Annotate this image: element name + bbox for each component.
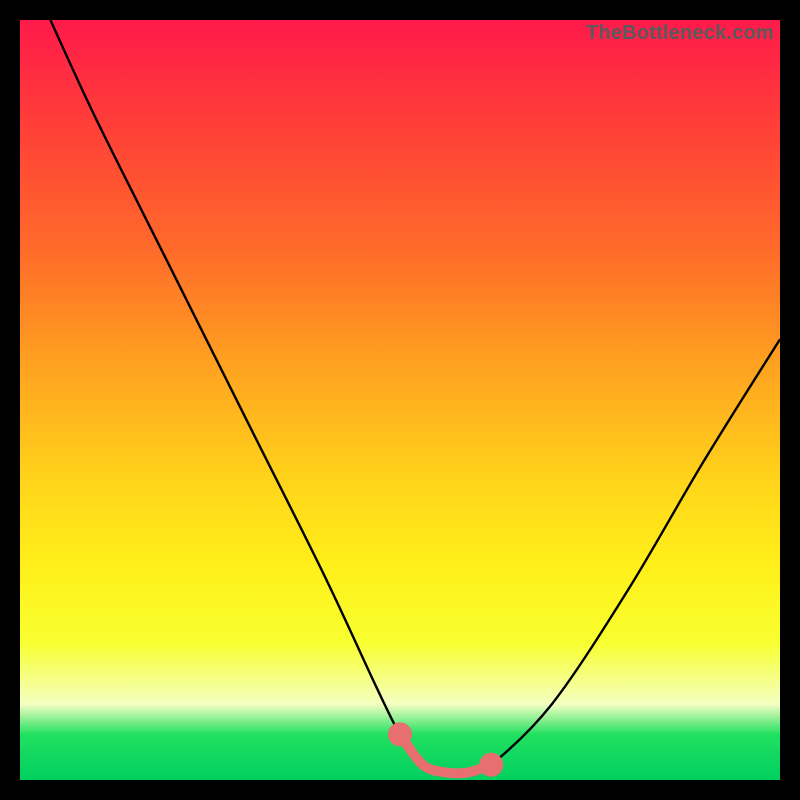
optimal-band-path bbox=[400, 734, 491, 773]
bottleneck-curve-path bbox=[50, 20, 780, 773]
optimal-band-marker bbox=[393, 727, 498, 773]
optimal-band-endpoint bbox=[393, 727, 407, 741]
chart-plot-area: TheBottleneck.com bbox=[20, 20, 780, 780]
optimal-band-endpoint bbox=[484, 758, 498, 772]
chart-frame: TheBottleneck.com bbox=[0, 0, 800, 800]
bottleneck-curve-svg bbox=[20, 20, 780, 780]
